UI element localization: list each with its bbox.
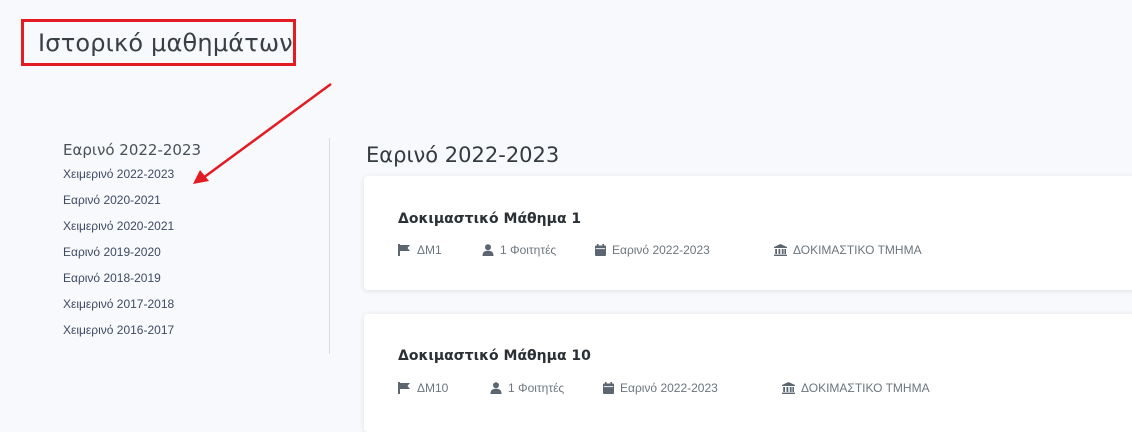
course-meta: ΔΜ10 1 Φοιτητές Εαρινό 2022-2023 ΔΟΚΙΜΑΣ…	[398, 381, 930, 395]
user-icon	[490, 382, 502, 394]
institution-icon	[782, 382, 795, 394]
sidebar-item-semester[interactable]: Χειμερινό 2016-2017	[63, 322, 201, 348]
course-title[interactable]: Δοκιμαστικό Μάθημα 1	[398, 211, 581, 227]
vertical-divider	[329, 138, 330, 354]
sidebar-item-semester[interactable]: Χειμερινό 2020-2021	[63, 218, 201, 244]
course-meta: ΔΜ1 1 Φοιτητές Εαρινό 2022-2023 ΔΟΚΙΜΑΣΤ…	[398, 243, 922, 257]
course-students: 1 Φοιτητές	[490, 381, 603, 395]
calendar-icon	[603, 382, 614, 394]
section-title: Εαρινό 2022-2023	[366, 143, 560, 167]
course-code: ΔΜ10	[398, 381, 490, 395]
institution-icon	[774, 244, 787, 256]
sidebar-item-semester[interactable]: Χειμερινό 2017-2018	[63, 296, 201, 322]
calendar-icon	[595, 244, 606, 256]
sidebar-item-semester[interactable]: Εαρινό 2018-2019	[63, 270, 201, 296]
course-card[interactable]: Δοκιμαστικό Μάθημα 10 ΔΜ10 1 Φοιτητές Εα…	[364, 314, 1132, 432]
course-code: ΔΜ1	[398, 243, 482, 257]
semester-sidebar: Εαρινό 2022-2023 Χειμερινό 2022-2023 Εαρ…	[63, 141, 201, 348]
sidebar-item-semester[interactable]: Χειμερινό 2022-2023	[63, 166, 201, 192]
course-semester: Εαρινό 2022-2023	[595, 243, 774, 257]
course-title[interactable]: Δοκιμαστικό Μάθημα 10	[398, 348, 591, 364]
flag-icon	[398, 244, 411, 256]
course-department: ΔΟΚΙΜΑΣΤΙΚΟ ΤΜΗΜΑ	[782, 381, 930, 395]
course-students: 1 Φοιτητές	[482, 243, 595, 257]
sidebar-item-semester[interactable]: Εαρινό 2019-2020	[63, 244, 201, 270]
course-semester: Εαρινό 2022-2023	[603, 381, 782, 395]
course-card[interactable]: Δοκιμαστικό Μάθημα 1 ΔΜ1 1 Φοιτητές Εαρι…	[364, 176, 1132, 290]
flag-icon	[398, 382, 411, 394]
sidebar-active-semester: Εαρινό 2022-2023	[63, 141, 202, 159]
user-icon	[482, 244, 494, 256]
course-department: ΔΟΚΙΜΑΣΤΙΚΟ ΤΜΗΜΑ	[774, 243, 922, 257]
sidebar-item-semester[interactable]: Εαρινό 2020-2021	[63, 192, 201, 218]
